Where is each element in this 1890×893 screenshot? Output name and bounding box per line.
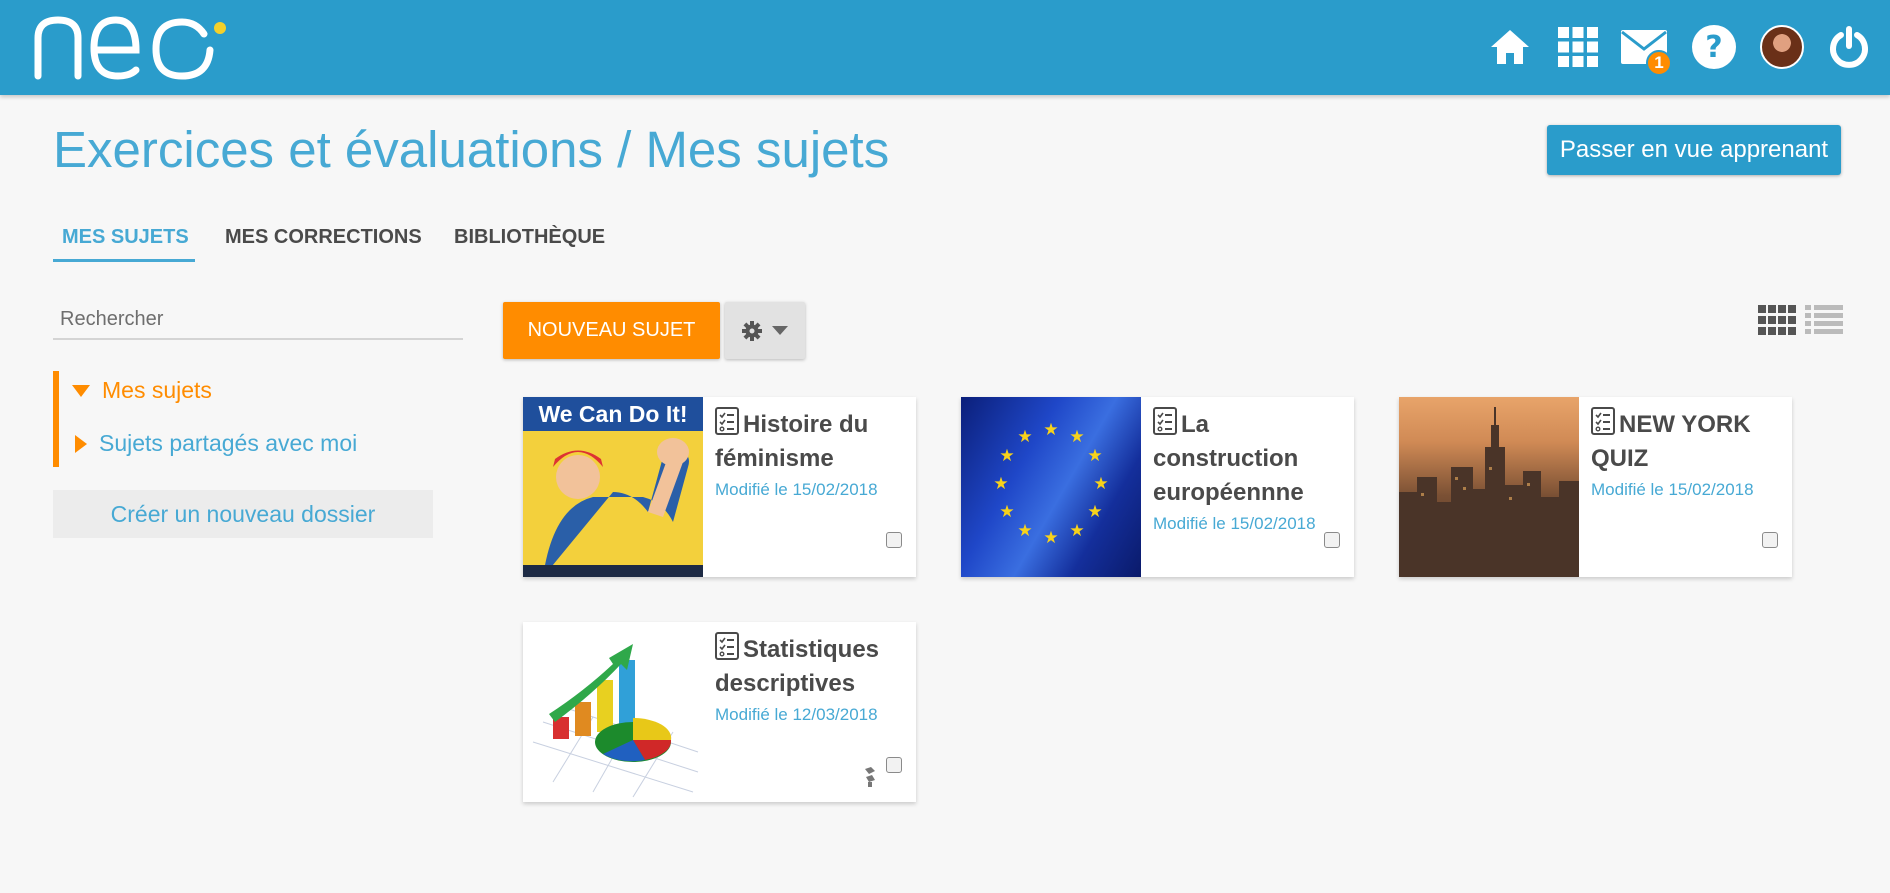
select-checkbox[interactable]: [1762, 532, 1778, 548]
select-checkbox[interactable]: [886, 757, 902, 773]
top-navigation-bar: 1 ?: [0, 0, 1890, 95]
learner-view-button[interactable]: Passer en vue apprenant: [1547, 125, 1841, 175]
svg-text:★: ★: [999, 446, 1014, 466]
svg-text:★: ★: [1087, 446, 1102, 466]
subject-card[interactable]: ★ ★ ★ ★ ★ ★ ★ ★ ★ ★ ★ ★ La construction européenn…: [961, 397, 1354, 577]
create-folder-button[interactable]: Créer un nouveau dossier: [53, 490, 433, 538]
new-york-thumbnail: [1399, 397, 1579, 577]
svg-text:?: ?: [1705, 30, 1722, 65]
help-icon[interactable]: ?: [1690, 22, 1738, 72]
home-icon[interactable]: [1486, 22, 1534, 72]
folder-label: Mes sujets: [102, 377, 212, 403]
select-checkbox[interactable]: [886, 532, 902, 548]
apps-grid-icon[interactable]: [1554, 22, 1602, 72]
eu-flag-thumbnail: ★ ★ ★ ★ ★ ★ ★ ★ ★ ★ ★ ★: [961, 397, 1141, 577]
quiz-icon: [1153, 407, 1177, 435]
poster-slogan: We Can Do It!: [538, 401, 687, 427]
we-can-do-it-thumbnail: We Can Do It!: [523, 397, 703, 577]
modified-date: Modifié le 15/02/2018: [1591, 480, 1754, 499]
modified-date: Modifié le 15/02/2018: [1153, 514, 1316, 533]
subject-info: La construction européennne Modifié le 1…: [1153, 407, 1348, 534]
folder-mes-sujets[interactable]: Mes sujets: [72, 377, 212, 404]
subject-info: Statistiques descriptives Modifié le 12/…: [715, 632, 910, 725]
folder-sujets-partages[interactable]: Sujets partagés avec moi: [72, 430, 357, 457]
quiz-icon: [1591, 407, 1615, 435]
avatar: [1760, 25, 1804, 69]
shared-icon: [865, 767, 875, 787]
svg-text:★: ★: [1017, 521, 1032, 541]
subject-title: Statistiques descriptives: [715, 636, 880, 697]
subject-card[interactable]: NEW YORK QUIZ Modifié le 15/02/2018: [1399, 397, 1792, 577]
subject-card[interactable]: Statistiques descriptives Modifié le 12/…: [523, 622, 916, 802]
settings-dropdown-button[interactable]: [725, 302, 805, 359]
unread-count-badge: 1: [1646, 50, 1672, 76]
mail-icon[interactable]: 1: [1620, 22, 1672, 76]
svg-text:★: ★: [1087, 502, 1102, 522]
tab-bibliotheque[interactable]: BIBLIOTHÈQUE: [454, 226, 605, 249]
grid-view-icon[interactable]: [1758, 305, 1796, 335]
collapsed-arrow-icon[interactable]: [75, 434, 87, 453]
power-icon[interactable]: [1825, 22, 1873, 72]
svg-text:★: ★: [1069, 427, 1084, 447]
active-tab-indicator: [53, 259, 195, 262]
select-checkbox[interactable]: [1324, 532, 1340, 548]
user-avatar[interactable]: [1758, 22, 1806, 72]
statistics-thumbnail: [523, 622, 703, 802]
list-view-icon[interactable]: [1805, 305, 1843, 335]
chevron-down-icon: [772, 326, 788, 335]
tab-mes-sujets[interactable]: MES SUJETS: [62, 226, 189, 249]
svg-text:★: ★: [1043, 420, 1058, 440]
svg-text:★: ★: [1093, 474, 1108, 494]
svg-text:★: ★: [993, 474, 1008, 494]
subject-card[interactable]: We Can Do It! Histoire du féminisme Modi…: [523, 397, 916, 577]
quiz-icon: [715, 632, 739, 660]
svg-text:★: ★: [999, 502, 1014, 522]
page-title: Exercices et évaluations / Mes sujets: [53, 121, 890, 178]
svg-text:★: ★: [1043, 528, 1058, 548]
folder-tree-indicator: [53, 371, 59, 467]
modified-date: Modifié le 15/02/2018: [715, 480, 878, 499]
quiz-icon: [715, 407, 739, 435]
svg-text:★: ★: [1069, 521, 1084, 541]
neo-logo[interactable]: [32, 14, 232, 80]
subject-info: NEW YORK QUIZ Modifié le 15/02/2018: [1591, 407, 1786, 500]
expanded-arrow-icon[interactable]: [72, 384, 90, 397]
svg-text:★: ★: [1017, 427, 1032, 447]
modified-date: Modifié le 12/03/2018: [715, 705, 878, 724]
subject-info: Histoire du féminisme Modifié le 15/02/2…: [715, 407, 910, 500]
new-subject-button[interactable]: NOUVEAU SUJET: [503, 302, 720, 359]
tab-mes-corrections[interactable]: MES CORRECTIONS: [225, 226, 422, 249]
search-input[interactable]: [53, 300, 463, 340]
folder-label: Sujets partagés avec moi: [99, 430, 358, 456]
gear-icon: [742, 320, 762, 341]
